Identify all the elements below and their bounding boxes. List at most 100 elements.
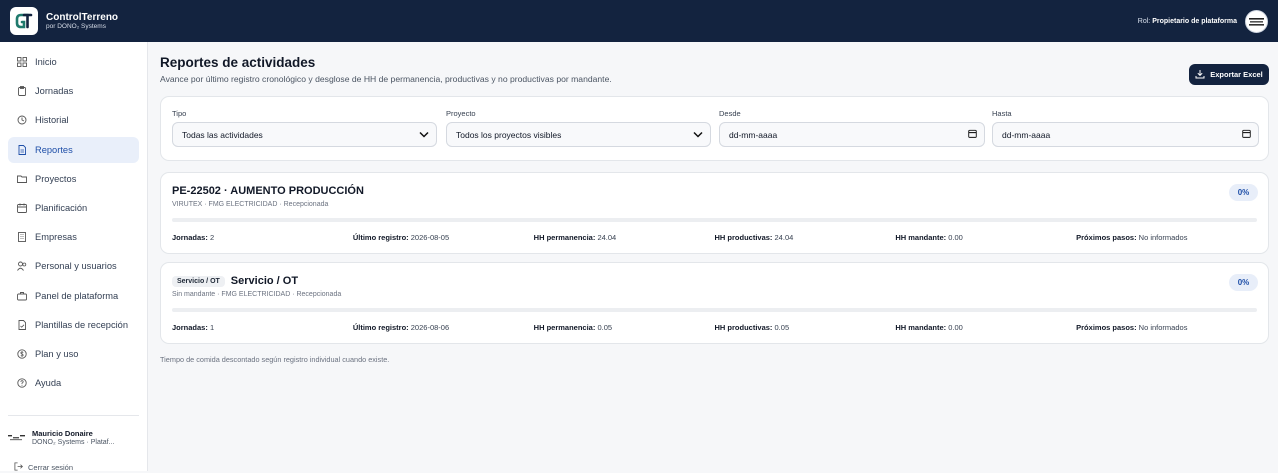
- filter-desde-input[interactable]: dd-mm-aaaa: [719, 122, 985, 147]
- stat-value: 24.04: [774, 233, 794, 242]
- sidebar-item-inicio[interactable]: Inicio: [8, 49, 139, 75]
- app-subtitle: por DONO₂ Systems: [46, 22, 106, 30]
- sidebar-item-personal[interactable]: Personal y usuarios: [8, 253, 139, 279]
- stat-jornadas: Jornadas: 1: [172, 323, 353, 332]
- sidebar-item-panel[interactable]: Panel de plataforma: [8, 283, 139, 309]
- users-icon: [17, 261, 27, 272]
- page-title: Reportes de actividades: [160, 55, 316, 70]
- user-avatar[interactable]: [1245, 9, 1268, 33]
- report-card[interactable]: Servicio / OT Servicio / OT Sin mandante…: [160, 262, 1269, 344]
- report-meta: VIRUTEX · FMG ELECTRICIDAD · Recepcionad…: [172, 201, 329, 208]
- folder-icon: [17, 174, 27, 184]
- template-icon: [17, 319, 27, 330]
- report-stats: Jornadas: 1 Último registro: 2026-08-06 …: [172, 323, 1257, 332]
- calendar-icon[interactable]: [968, 129, 977, 140]
- user-org: DONO₂ Systems · Plataf...: [32, 438, 115, 446]
- filter-hasta-value: dd-mm-aaaa: [1002, 129, 1051, 140]
- sidebar-item-label: Planificación: [35, 202, 88, 213]
- filter-proyecto-select[interactable]: Todos los proyectos visibles: [446, 122, 711, 147]
- sidebar-nav: Inicio Jornadas Historial Reportes Proye…: [0, 42, 147, 396]
- sidebar-item-reportes[interactable]: Reportes: [8, 136, 139, 163]
- sidebar-item-proyectos[interactable]: Proyectos: [8, 166, 139, 192]
- sidebar-item-label: Ayuda: [35, 378, 62, 389]
- stat-hh-mandante: HH mandante: 0.00: [895, 233, 1076, 242]
- stat-hh-productivas: HH productivas: 24.04: [714, 233, 895, 242]
- progress-bar: [172, 308, 1257, 312]
- role-indicator: Rol: Propietario de plataforma: [1138, 18, 1237, 25]
- sidebar-item-label: Plantillas de recepción: [35, 319, 129, 330]
- stat-hh-permanencia: HH permanencia: 0.05: [534, 323, 715, 332]
- filter-proyecto-label: Proyecto: [446, 109, 476, 118]
- stat-value: 0.05: [774, 323, 790, 332]
- stat-value: 2026-08-06: [410, 323, 450, 332]
- sidebar-item-label: Panel de plataforma: [35, 290, 119, 301]
- sidebar-item-label: Reportes: [35, 144, 73, 155]
- stat-hh-mandante: HH mandante: 0.00: [895, 323, 1076, 332]
- stat-label: Último registro:: [352, 233, 409, 242]
- calendar-icon[interactable]: [1242, 129, 1251, 140]
- stat-label: Último registro:: [352, 323, 409, 332]
- building-icon: [17, 232, 27, 243]
- stat-hh-productivas: HH productivas: 0.05: [714, 323, 895, 332]
- sidebar-item-jornadas[interactable]: Jornadas: [8, 78, 139, 104]
- main-content: Reportes de actividades Avance por últim…: [148, 42, 1278, 471]
- stat-value: 0.00: [948, 233, 963, 242]
- filter-desde-value: dd-mm-aaaa: [729, 129, 778, 140]
- briefcase-icon: [17, 291, 27, 301]
- stat-label: HH productivas:: [714, 323, 773, 332]
- filter-tipo-select[interactable]: Todas las actividades: [172, 122, 437, 147]
- progress-bar: [172, 218, 1257, 222]
- help-icon: [17, 378, 27, 388]
- stat-label: Próximos pasos:: [1076, 323, 1137, 332]
- sidebar: Inicio Jornadas Historial Reportes Proye…: [0, 42, 148, 473]
- sidebar-user[interactable]: Mauricio Donaire DONO₂ Systems · Plataf.…: [8, 415, 139, 447]
- history-icon: [17, 115, 27, 125]
- type-chip: Servicio / OT: [172, 275, 225, 287]
- filter-hasta-input[interactable]: dd-mm-aaaa: [992, 122, 1259, 147]
- user-avatar: [8, 432, 26, 444]
- sidebar-item-planificacion[interactable]: Planificación: [8, 195, 139, 221]
- logout-button[interactable]: Cerrar sesión: [14, 462, 73, 473]
- sidebar-item-label: Inicio: [35, 57, 57, 67]
- clipboard-icon: [17, 86, 27, 97]
- stat-value: 1: [209, 323, 215, 332]
- stat-value: 2026-08-05: [410, 233, 450, 242]
- app-name: ControlTerreno: [46, 11, 119, 23]
- sidebar-item-historial[interactable]: Historial: [8, 107, 139, 133]
- logout-icon: [14, 462, 23, 473]
- calendar-icon: [17, 203, 27, 213]
- stat-value: 24.04: [597, 233, 617, 242]
- brand[interactable]: ControlTerreno por DONO₂ Systems: [10, 7, 118, 35]
- sidebar-item-label: Empresas: [35, 232, 77, 243]
- stat-jornadas: Jornadas: 2: [172, 233, 353, 242]
- stat-label: HH permanencia:: [533, 233, 596, 242]
- report-title-row: PE-22502 · AUMENTO PRODUCCIÓN: [172, 185, 364, 197]
- sidebar-item-empresas[interactable]: Empresas: [8, 224, 139, 250]
- stat-label: HH mandante:: [895, 233, 947, 242]
- document-icon: [17, 144, 27, 155]
- stat-proximos-pasos: Próximos pasos: No informados: [1076, 233, 1257, 242]
- report-card[interactable]: PE-22502 · AUMENTO PRODUCCIÓN VIRUTEX · …: [160, 172, 1269, 254]
- stat-value: 2: [209, 233, 215, 242]
- sidebar-item-plantillas[interactable]: Plantillas de recepción: [8, 312, 139, 338]
- role-value: Propietario de plataforma: [1152, 17, 1237, 25]
- footnote: Tiempo de comida descontado según regist…: [160, 355, 390, 364]
- export-label: Exportar Excel: [1210, 70, 1263, 79]
- export-excel-button[interactable]: Exportar Excel: [1189, 64, 1269, 85]
- progress-percent-badge: 0%: [1229, 184, 1258, 201]
- sidebar-item-ayuda[interactable]: Ayuda: [8, 370, 139, 396]
- sidebar-item-label: Historial: [35, 115, 69, 126]
- stat-label: Próximos pasos:: [1076, 233, 1137, 242]
- report-meta: Sin mandante · FMG ELECTRICIDAD · Recepc…: [172, 291, 342, 298]
- report-title-row: Servicio / OT Servicio / OT: [172, 275, 298, 287]
- report-title: PE-22502 · AUMENTO PRODUCCIÓN: [172, 185, 364, 197]
- stat-label: HH permanencia:: [533, 323, 596, 332]
- dollar-icon: [17, 349, 27, 359]
- filters-panel: Tipo Todas las actividades Proyecto Todo…: [160, 96, 1269, 161]
- stat-value: 0.00: [948, 323, 963, 332]
- sidebar-item-label: Jornadas: [35, 86, 74, 97]
- download-icon: [1195, 69, 1205, 81]
- sidebar-item-plan[interactable]: Plan y uso: [8, 341, 139, 367]
- filter-tipo-value: Todas las actividades: [182, 129, 263, 140]
- filter-tipo-label: Tipo: [172, 109, 187, 118]
